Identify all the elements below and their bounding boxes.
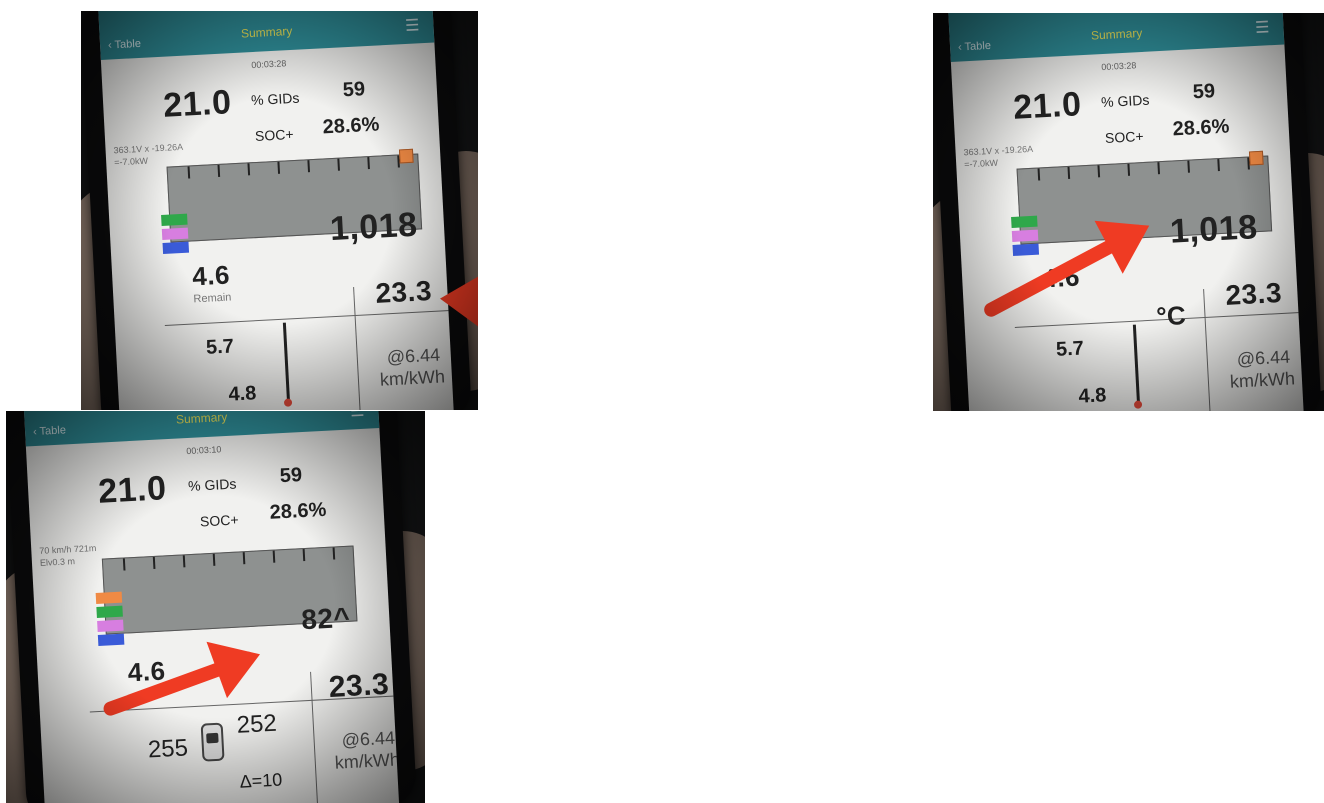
gids-percent: 21.0 [97, 469, 168, 511]
gids-label: % GIDs [1100, 91, 1150, 111]
soc-value: 28.6% [269, 498, 327, 524]
nav-title: Summary [175, 411, 228, 427]
timer: 00:03:28 [1101, 60, 1137, 73]
tire-right: 252 [236, 709, 278, 739]
temp-unit: °C [1155, 300, 1187, 332]
nav-title: Summary [1090, 25, 1143, 43]
timer: 00:03:10 [186, 444, 222, 457]
power-line-2: =-7.0kW [113, 155, 149, 168]
legend-swatch-green [161, 213, 188, 227]
gids-value: 59 [279, 464, 303, 488]
power-line-1: 363.1V x -19.26A [113, 141, 184, 156]
gids-percent: 21.0 [162, 83, 233, 125]
speed-line-2: Elv0.3 m [39, 556, 76, 568]
phone: ‹ Table Summary ☰ 00:03:10 21.0 % GIDs 5… [6, 411, 418, 803]
power-line-1: 363.1V x -19.26A [963, 143, 1034, 158]
box-value: 23.3 [374, 274, 433, 309]
nav-bar: ‹ Table Summary ☰ [98, 11, 435, 60]
phone: ‹ Table Summary ☰ 00:03:28 21.0 % GIDs 5… [81, 11, 473, 410]
legend-swatch-blue [1012, 243, 1040, 256]
temp-b: 4.8 [1077, 384, 1107, 408]
temp-a: 5.7 [205, 335, 235, 359]
gids-percent: 21.0 [1012, 85, 1083, 127]
soc-label: SOC+ [1104, 127, 1144, 146]
soc-value: 28.6% [1172, 115, 1230, 141]
efficiency-value: @6.44 [1236, 346, 1291, 370]
gids-label: % GIDs [250, 89, 300, 109]
speed-line-1: 70 km/h 721m [39, 542, 97, 556]
power-line-2: =-7.0kW [963, 157, 999, 170]
efficiency-value: @6.44 [341, 727, 396, 751]
menu-icon[interactable]: ☰ [405, 15, 420, 36]
car-icon [200, 722, 225, 762]
box-value: 23.3 [328, 667, 391, 704]
soc-marker [398, 148, 414, 164]
legend-swatch-blue [162, 241, 190, 254]
app-screen: ‹ Table Summary ☰ 00:03:28 21.0 % GIDs 5… [98, 11, 455, 410]
remain-label: Remain [193, 291, 232, 306]
energy-value: 82^ [300, 601, 352, 636]
nav-bar: ‹ Table Summary ☰ [23, 411, 380, 447]
video-frame-3: ‹ Table Summary ☰ 00:03:10 21.0 % GIDs 5… [6, 411, 425, 803]
soc-label: SOC+ [254, 125, 294, 144]
efficiency-unit: km/kWh [334, 749, 400, 773]
energy-value: 1,018 [329, 205, 419, 249]
tire-delta: Δ=10 [239, 769, 283, 792]
remain-value: 4.6 [191, 259, 231, 292]
panel-divider-h [164, 309, 455, 326]
thermometer-icon [282, 322, 293, 407]
nav-bar: ‹ Table Summary ☰ [948, 13, 1285, 62]
video-frame-1: ‹ Table Summary ☰ 00:03:28 21.0 % GIDs 5… [81, 11, 478, 410]
app-screen: ‹ Table Summary ☰ 00:03:10 21.0 % GIDs 5… [23, 411, 400, 803]
timer: 00:03:28 [251, 58, 287, 71]
gids-value: 59 [1192, 80, 1216, 104]
gids-label: % GIDs [187, 475, 237, 495]
temp-a: 5.7 [1055, 337, 1085, 361]
nav-title: Summary [240, 23, 293, 41]
efficiency-unit: km/kWh [379, 366, 446, 390]
gids-value: 59 [342, 78, 366, 102]
box-value: 23.3 [1224, 276, 1283, 311]
legend-swatch-green [96, 605, 123, 618]
legend-swatch-pink [1011, 229, 1039, 242]
legend-swatch-green [1011, 215, 1038, 229]
soc-label: SOC+ [199, 511, 239, 530]
energy-value: 1,018 [1169, 208, 1259, 251]
legend-swatch-orange [95, 591, 123, 605]
panel-divider-v [310, 671, 320, 803]
efficiency-value: @6.44 [386, 344, 441, 368]
thermometer-icon [1132, 324, 1143, 409]
tire-left: 255 [147, 734, 189, 764]
menu-icon[interactable]: ☰ [1255, 17, 1270, 38]
annotation-arrow [438, 268, 478, 332]
legend-swatch-pink [97, 619, 124, 632]
menu-icon[interactable]: ☰ [350, 411, 365, 421]
soc-value: 28.6% [322, 113, 380, 139]
legend-swatch-blue [97, 633, 125, 646]
video-frame-2: ‹ Table Summary ☰ 00:03:28 21.0 % GIDs 5… [933, 13, 1324, 411]
efficiency-unit: km/kWh [1229, 368, 1296, 392]
panel-divider-v [353, 287, 363, 410]
panel-divider-v [1203, 289, 1213, 411]
legend-swatch-pink [161, 227, 189, 240]
soc-marker [1248, 150, 1264, 166]
temp-b: 4.8 [227, 382, 257, 406]
